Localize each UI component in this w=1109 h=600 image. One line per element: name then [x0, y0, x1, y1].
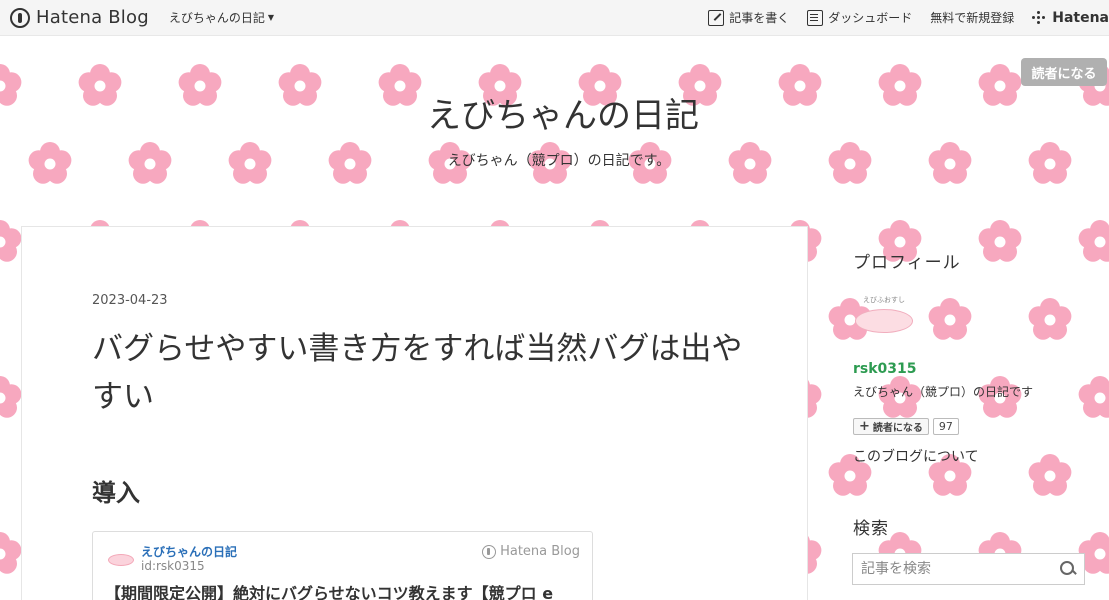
subscribe-small-label: 読者になる	[872, 423, 923, 434]
hatena-drop-icon	[10, 7, 30, 28]
post-title[interactable]: バグらせやすい書き方をすれば当然バグは出やすい	[92, 325, 752, 421]
embed-provider: Hatena Blog	[482, 544, 580, 559]
about-blog-link[interactable]: このブログについて	[853, 446, 979, 466]
global-nav: 記事を書く ダッシュボード 無料で新規登録 Hatena	[690, 0, 1109, 35]
search-form	[852, 553, 1085, 585]
reader-count[interactable]: 97	[932, 418, 959, 435]
blog-menu-dropdown[interactable]: えびちゃんの日記 ▼	[169, 9, 274, 26]
brand-text: Hatena Blog	[36, 7, 149, 28]
embed-provider-label: Hatena Blog	[500, 544, 580, 559]
hatena-dots-icon	[1032, 10, 1046, 25]
post-date[interactable]: 2023-04-23	[92, 293, 168, 308]
hatena-blog-logo[interactable]: Hatena Blog	[10, 7, 149, 28]
embed-blog-icon	[106, 546, 136, 570]
profile-avatar-label: えびふおすし	[863, 296, 905, 304]
search-heading: 検索	[853, 519, 889, 539]
dashboard-link[interactable]: ダッシュボード	[807, 9, 912, 26]
signup-label: 無料で新規登録	[930, 11, 1015, 25]
plus-icon: +	[859, 419, 870, 434]
embed-title[interactable]: 【期間限定公開】絶対にバグらせないコツ教えます【競プロ e	[105, 580, 585, 600]
search-input[interactable]	[853, 554, 1058, 584]
profile-description: えびちゃん（競プロ）の日記です	[853, 385, 1034, 399]
embed-user-id: id:rsk0315	[141, 559, 205, 573]
article-card: 2023-04-23 バグらせやすい書き方をすれば当然バグは出やすい 導入 えび…	[21, 226, 808, 600]
subscribe-small-button[interactable]: + 読者になる	[853, 418, 929, 435]
profile-name-link[interactable]: rsk0315	[853, 361, 917, 377]
caret-down-icon: ▼	[267, 13, 275, 22]
write-post-label: 記事を書く	[729, 11, 790, 25]
profile-avatar[interactable]: えびふおすし	[853, 295, 917, 351]
signup-link[interactable]: 無料で新規登録	[930, 9, 1014, 26]
blog-menu-label: えびちゃんの日記	[168, 11, 265, 25]
pencil-icon	[708, 9, 725, 26]
dashboard-label: ダッシュボード	[828, 11, 913, 25]
section-heading: 導入	[92, 479, 140, 507]
global-header: Hatena Blog えびちゃんの日記 ▼ 記事を書く ダッシュボード 無料で…	[0, 0, 1109, 36]
reader-widget: + 読者になる 97	[853, 418, 959, 435]
blog-description: えびちゃん（競プロ）の日記です。	[447, 153, 671, 169]
embed-blog-name[interactable]: えびちゃんの日記	[141, 543, 237, 560]
dashboard-icon	[807, 9, 824, 26]
subscribe-button[interactable]: 読者になる	[1021, 58, 1107, 86]
hatena-menu[interactable]: Hatena	[1032, 10, 1109, 26]
profile-heading: プロフィール	[853, 253, 961, 273]
search-icon[interactable]	[1058, 559, 1078, 579]
hatena-drop-icon	[482, 544, 497, 559]
hatena-label: Hatena	[1052, 9, 1109, 26]
write-post-link[interactable]: 記事を書く	[708, 9, 789, 26]
blog-title[interactable]: えびちゃんの日記	[0, 88, 1109, 137]
blog-embed-card[interactable]: えびちゃんの日記 id:rsk0315 Hatena Blog 【期間限定公開】…	[92, 531, 593, 600]
